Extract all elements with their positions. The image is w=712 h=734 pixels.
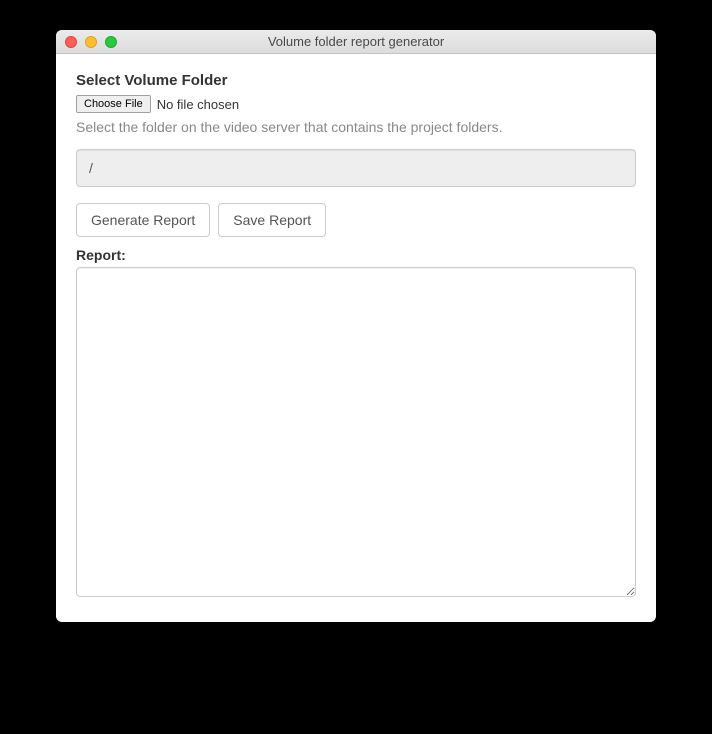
minimize-icon[interactable] xyxy=(85,36,97,48)
content-area: Select Volume Folder Choose File No file… xyxy=(56,54,656,622)
file-chooser-row: Choose File No file chosen xyxy=(76,95,636,113)
close-icon[interactable] xyxy=(65,36,77,48)
app-window: Volume folder report generator Select Vo… xyxy=(56,30,656,622)
choose-file-button[interactable]: Choose File xyxy=(76,95,151,113)
helper-text: Select the folder on the video server th… xyxy=(76,119,636,135)
report-label: Report: xyxy=(76,247,636,263)
maximize-icon[interactable] xyxy=(105,36,117,48)
button-row: Generate Report Save Report xyxy=(76,203,636,237)
window-title: Volume folder report generator xyxy=(56,34,656,49)
traffic-lights xyxy=(56,36,117,48)
section-heading: Select Volume Folder xyxy=(76,72,636,89)
titlebar: Volume folder report generator xyxy=(56,30,656,54)
report-textarea[interactable] xyxy=(76,267,636,597)
folder-path-input[interactable] xyxy=(76,149,636,187)
generate-report-button[interactable]: Generate Report xyxy=(76,203,210,237)
file-status-text: No file chosen xyxy=(157,97,239,112)
save-report-button[interactable]: Save Report xyxy=(218,203,326,237)
